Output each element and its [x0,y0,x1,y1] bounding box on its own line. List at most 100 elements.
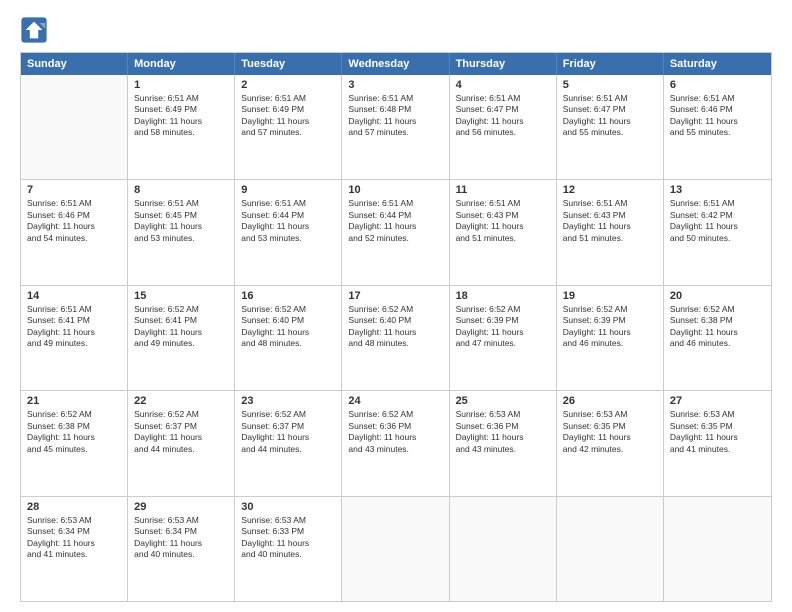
day-info: Sunrise: 6:51 AM Sunset: 6:44 PM Dayligh… [241,198,335,244]
day-number: 6 [670,79,765,91]
calendar-cell: 25Sunrise: 6:53 AM Sunset: 6:36 PM Dayli… [450,391,557,495]
header-day-tuesday: Tuesday [235,53,342,75]
calendar-cell: 4 Sunrise: 6:51 AM Sunset: 6:47 PM Daylig… [450,75,557,179]
day-info: Sunrise: 6:52 AM Sunset: 6:36 PM Dayligh… [348,409,442,455]
calendar-cell: 12 Sunrise: 6:51 AM Sunset: 6:43 PM Dayli… [557,180,664,284]
day-info: Sunrise: 6:51 AM Sunset: 6:46 PM Dayligh… [27,198,121,244]
logo [20,16,54,44]
calendar-cell: 14Sunrise: 6:51 AM Sunset: 6:41 PM Dayli… [21,286,128,390]
calendar-cell: 13 Sunrise: 6:51 AM Sunset: 6:42 PM Dayli… [664,180,771,284]
day-info: Sunrise: 6:52 AM Sunset: 6:41 PM Dayligh… [134,304,228,350]
header-day-saturday: Saturday [664,53,771,75]
calendar-cell: 8Sunrise: 6:51 AM Sunset: 6:45 PM Daylig… [128,180,235,284]
calendar-cell [342,497,449,601]
day-info: Sunrise: 6:51 AM Sunset: 6:49 PM Dayligh… [134,93,228,139]
calendar-cell: 18Sunrise: 6:52 AM Sunset: 6:39 PM Dayli… [450,286,557,390]
day-number: 20 [670,290,765,302]
calendar-cell [450,497,557,601]
day-info: Sunrise: 6:53 AM Sunset: 6:34 PM Dayligh… [27,515,121,561]
calendar-cell: 29 Sunrise: 6:53 AM Sunset: 6:34 PM Dayli… [128,497,235,601]
calendar-cell: 10 Sunrise: 6:51 AM Sunset: 6:44 PM Dayli… [342,180,449,284]
day-number: 2 [241,79,335,91]
calendar-cell: 16 Sunrise: 6:52 AM Sunset: 6:40 PM Dayli… [235,286,342,390]
day-info: Sunrise: 6:53 AM Sunset: 6:34 PM Dayligh… [134,515,228,561]
day-number: 24 [348,395,442,407]
day-number: 3 [348,79,442,91]
day-info: Sunrise: 6:52 AM Sunset: 6:38 PM Dayligh… [670,304,765,350]
day-info: Sunrise: 6:52 AM Sunset: 6:39 PM Dayligh… [563,304,657,350]
header-day-sunday: Sunday [21,53,128,75]
day-number: 29 [134,501,228,513]
calendar-cell: 3 Sunrise: 6:51 AM Sunset: 6:48 PM Daylig… [342,75,449,179]
calendar-row-2: 7 Sunrise: 6:51 AM Sunset: 6:46 PM Daylig… [21,179,771,284]
calendar-cell: 24 Sunrise: 6:52 AM Sunset: 6:36 PM Dayli… [342,391,449,495]
day-number: 4 [456,79,550,91]
day-info: Sunrise: 6:52 AM Sunset: 6:37 PM Dayligh… [134,409,228,455]
day-info: Sunrise: 6:53 AM Sunset: 6:35 PM Dayligh… [563,409,657,455]
day-number: 17 [348,290,442,302]
day-number: 21 [27,395,121,407]
day-number: 15 [134,290,228,302]
header-day-friday: Friday [557,53,664,75]
day-number: 14 [27,290,121,302]
day-number: 9 [241,184,335,196]
day-info: Sunrise: 6:53 AM Sunset: 6:33 PM Dayligh… [241,515,335,561]
day-info: Sunrise: 6:51 AM Sunset: 6:46 PM Dayligh… [670,93,765,139]
header [20,16,772,44]
calendar-cell: 23 Sunrise: 6:52 AM Sunset: 6:37 PM Dayli… [235,391,342,495]
calendar-cell: 15 Sunrise: 6:52 AM Sunset: 6:41 PM Dayli… [128,286,235,390]
day-number: 23 [241,395,335,407]
calendar-cell: 28 Sunrise: 6:53 AM Sunset: 6:34 PM Dayli… [21,497,128,601]
calendar-cell: 20 Sunrise: 6:52 AM Sunset: 6:38 PM Dayli… [664,286,771,390]
day-number: 22 [134,395,228,407]
day-number: 30 [241,501,335,513]
day-info: Sunrise: 6:51 AM Sunset: 6:45 PM Dayligh… [134,198,228,244]
calendar-cell: 6 Sunrise: 6:51 AM Sunset: 6:46 PM Daylig… [664,75,771,179]
calendar-cell: 21Sunrise: 6:52 AM Sunset: 6:38 PM Dayli… [21,391,128,495]
day-number: 12 [563,184,657,196]
day-number: 11 [456,184,550,196]
day-number: 1 [134,79,228,91]
calendar-row-1: 1 Sunrise: 6:51 AM Sunset: 6:49 PM Daylig… [21,75,771,179]
calendar-cell: 19 Sunrise: 6:52 AM Sunset: 6:39 PM Dayli… [557,286,664,390]
day-info: Sunrise: 6:51 AM Sunset: 6:43 PM Dayligh… [456,198,550,244]
day-number: 19 [563,290,657,302]
day-number: 10 [348,184,442,196]
calendar-cell [557,497,664,601]
day-number: 28 [27,501,121,513]
calendar-cell: 30 Sunrise: 6:53 AM Sunset: 6:33 PM Dayli… [235,497,342,601]
day-info: Sunrise: 6:51 AM Sunset: 6:47 PM Dayligh… [456,93,550,139]
calendar-cell [664,497,771,601]
day-info: Sunrise: 6:51 AM Sunset: 6:47 PM Dayligh… [563,93,657,139]
day-info: Sunrise: 6:51 AM Sunset: 6:48 PM Dayligh… [348,93,442,139]
calendar-cell: 27Sunrise: 6:53 AM Sunset: 6:35 PM Dayli… [664,391,771,495]
calendar-row-3: 14Sunrise: 6:51 AM Sunset: 6:41 PM Dayli… [21,285,771,390]
day-number: 18 [456,290,550,302]
calendar-header: SundayMondayTuesdayWednesdayThursdayFrid… [21,53,771,75]
calendar-cell: 1 Sunrise: 6:51 AM Sunset: 6:49 PM Daylig… [128,75,235,179]
day-number: 13 [670,184,765,196]
calendar: SundayMondayTuesdayWednesdayThursdayFrid… [20,52,772,602]
day-info: Sunrise: 6:53 AM Sunset: 6:35 PM Dayligh… [670,409,765,455]
calendar-cell [21,75,128,179]
day-number: 5 [563,79,657,91]
day-info: Sunrise: 6:51 AM Sunset: 6:49 PM Dayligh… [241,93,335,139]
day-number: 16 [241,290,335,302]
calendar-cell: 5 Sunrise: 6:51 AM Sunset: 6:47 PM Daylig… [557,75,664,179]
calendar-cell: 22 Sunrise: 6:52 AM Sunset: 6:37 PM Dayli… [128,391,235,495]
calendar-cell: 9 Sunrise: 6:51 AM Sunset: 6:44 PM Daylig… [235,180,342,284]
day-info: Sunrise: 6:52 AM Sunset: 6:40 PM Dayligh… [348,304,442,350]
day-number: 7 [27,184,121,196]
header-day-wednesday: Wednesday [342,53,449,75]
day-info: Sunrise: 6:51 AM Sunset: 6:42 PM Dayligh… [670,198,765,244]
calendar-cell: 11 Sunrise: 6:51 AM Sunset: 6:43 PM Dayli… [450,180,557,284]
day-info: Sunrise: 6:51 AM Sunset: 6:44 PM Dayligh… [348,198,442,244]
calendar-body: 1 Sunrise: 6:51 AM Sunset: 6:49 PM Daylig… [21,75,771,601]
calendar-cell: 26 Sunrise: 6:53 AM Sunset: 6:35 PM Dayli… [557,391,664,495]
calendar-cell: 2 Sunrise: 6:51 AM Sunset: 6:49 PM Daylig… [235,75,342,179]
day-info: Sunrise: 6:52 AM Sunset: 6:37 PM Dayligh… [241,409,335,455]
day-info: Sunrise: 6:51 AM Sunset: 6:43 PM Dayligh… [563,198,657,244]
day-number: 26 [563,395,657,407]
header-day-monday: Monday [128,53,235,75]
day-info: Sunrise: 6:52 AM Sunset: 6:40 PM Dayligh… [241,304,335,350]
